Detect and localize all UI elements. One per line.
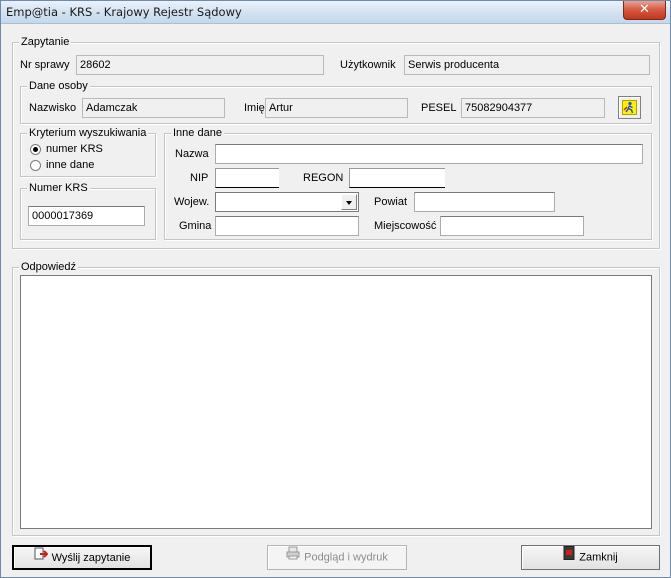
door-exit-icon	[563, 546, 575, 569]
radio-numer-krs-label: numer KRS	[46, 143, 103, 155]
nazwisko-label: Nazwisko	[29, 102, 77, 114]
zapytanie-legend: Zapytanie	[19, 36, 72, 49]
inne-dane-legend: Inne dane	[171, 127, 224, 140]
wojew-select[interactable]	[215, 192, 359, 212]
gmina-input[interactable]	[215, 216, 359, 236]
uzytkownik-field: Serwis producenta	[404, 55, 650, 75]
nip-input[interactable]	[215, 168, 279, 188]
radio-inne-dane-label: inne dane	[46, 159, 95, 171]
zapytanie-group: Zapytanie Nr sprawy 28602 Użytkownik Ser…	[12, 36, 660, 249]
pesel-field: 75082904377	[461, 98, 605, 118]
odpowiedz-textarea[interactable]	[20, 275, 652, 529]
dane-osoby-legend: Dane osoby	[27, 80, 90, 93]
odpowiedz-legend: Odpowiedź	[19, 261, 79, 274]
nazwisko-field: Adamczak	[82, 98, 225, 118]
dane-osoby-group: Dane osoby Nazwisko Adamczak Imię Artur …	[20, 80, 652, 124]
odpowiedz-group: Odpowiedź	[12, 261, 660, 536]
chevron-down-icon[interactable]	[341, 194, 357, 210]
close-icon: ✕	[639, 2, 650, 17]
nr-sprawy-field: 28602	[76, 55, 324, 75]
close-button[interactable]: Zamknij	[521, 545, 660, 570]
numer-krs-input[interactable]: 0000017369	[28, 206, 145, 226]
window-close-button[interactable]: ✕	[623, 1, 666, 20]
nazwa-label: Nazwa	[175, 148, 209, 160]
radio-inne-dane[interactable]: inne dane	[30, 159, 140, 173]
miejscowosc-input[interactable]	[440, 216, 584, 236]
pesel-label: PESEL	[421, 102, 457, 114]
wojew-label: Wojew.	[174, 196, 210, 208]
kryterium-group: Kryterium wyszukiwania numer KRS inne da…	[20, 127, 156, 177]
title-bar[interactable]: Emp@tia - KRS - Krajowy Rejestr Sądowy ✕	[1, 1, 670, 24]
person-lookup-button[interactable]	[618, 96, 641, 119]
printer-icon	[286, 546, 300, 569]
imie-field: Artur	[265, 98, 408, 118]
radio-numer-krs-dot[interactable]	[30, 144, 41, 155]
miejscowosc-label: Miejscowość	[374, 220, 437, 232]
nazwa-input[interactable]	[215, 144, 643, 164]
window-title: Emp@tia - KRS - Krajowy Rejestr Sądowy	[6, 5, 242, 19]
preview-print-button[interactable]: Podgląd i wydruk	[267, 545, 407, 570]
radio-inne-dane-dot[interactable]	[30, 160, 41, 171]
numer-krs-legend: Numer KRS	[27, 182, 90, 195]
radio-numer-krs[interactable]: numer KRS	[30, 143, 140, 157]
krs-window: Emp@tia - KRS - Krajowy Rejestr Sądowy ✕…	[0, 0, 671, 578]
person-search-icon	[622, 100, 637, 115]
send-icon	[34, 547, 49, 569]
gmina-label: Gmina	[179, 220, 212, 232]
regon-input[interactable]	[349, 168, 445, 188]
numer-krs-group: Numer KRS 0000017369	[20, 182, 156, 240]
powiat-input[interactable]	[414, 192, 555, 212]
nr-sprawy-label: Nr sprawy	[20, 59, 70, 71]
send-query-label: Wyślij zapytanie	[51, 551, 131, 564]
inne-dane-group: Inne dane Nazwa NIP REGON Wojew. Powiat …	[164, 127, 652, 240]
send-query-button[interactable]: Wyślij zapytanie	[12, 545, 152, 570]
imie-label: Imię	[244, 102, 265, 114]
uzytkownik-label: Użytkownik	[340, 59, 396, 71]
kryterium-legend: Kryterium wyszukiwania	[27, 127, 149, 140]
preview-print-label: Podgląd i wydruk	[304, 551, 388, 564]
regon-label: REGON	[303, 172, 344, 184]
close-button-label: Zamknij	[579, 551, 618, 564]
nip-label: NIP	[190, 172, 209, 184]
powiat-label: Powiat	[374, 196, 408, 208]
